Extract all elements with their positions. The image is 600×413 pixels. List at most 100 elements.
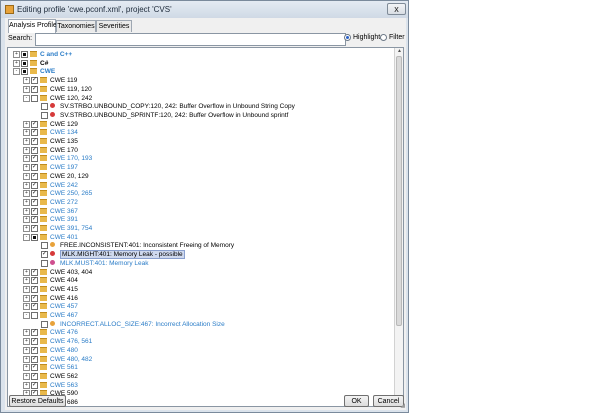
tree-row[interactable]: FREE.INCONSISTENT:401: Inconsistent Free… (8, 241, 393, 250)
tree-checkbox[interactable] (31, 146, 38, 154)
tree-row[interactable]: + CWE 242 (8, 181, 393, 190)
expand-icon[interactable]: + (23, 381, 30, 389)
tree-checkbox[interactable] (21, 59, 28, 67)
collapse-icon[interactable]: - (23, 233, 30, 241)
filter-radio[interactable] (380, 34, 387, 41)
tree-row[interactable]: + CWE 272 (8, 198, 393, 207)
expand-icon[interactable]: + (23, 329, 30, 337)
tree-row[interactable]: - CWE 401 (8, 233, 393, 242)
tree-checkbox[interactable] (31, 198, 38, 206)
expand-icon[interactable]: + (23, 294, 30, 302)
expand-icon[interactable]: + (23, 164, 30, 172)
tree-checkbox[interactable] (31, 207, 38, 215)
expand-icon[interactable]: + (23, 268, 30, 276)
highlight-radio[interactable] (344, 34, 351, 41)
cancel-button[interactable]: Cancel (373, 395, 404, 407)
expand-icon[interactable]: + (23, 155, 30, 163)
tree-row[interactable]: + CWE 391, 754 (8, 224, 393, 233)
tree-checkbox[interactable] (31, 120, 38, 128)
restore-defaults-button[interactable]: Restore Defaults (9, 395, 66, 407)
expand-icon[interactable]: + (23, 181, 30, 189)
tree-checkbox[interactable] (31, 172, 38, 180)
expand-icon[interactable]: + (23, 364, 30, 372)
expand-icon[interactable]: + (23, 172, 30, 180)
tree-row[interactable]: + CWE 129 (8, 120, 393, 129)
tree-row[interactable]: + CWE 476, 561 (8, 337, 393, 346)
tree-row[interactable]: + CWE 119, 120 (8, 85, 393, 94)
tree-row[interactable]: SV.STRBO.UNBOUND_COPY:120, 242: Buffer O… (8, 102, 393, 111)
tree-checkbox[interactable] (31, 346, 38, 354)
expand-icon[interactable]: + (23, 77, 30, 85)
tree-checkbox[interactable] (41, 250, 48, 259)
tab-analysis-profile[interactable]: Analysis Profile (8, 19, 57, 33)
expand-icon[interactable]: + (23, 346, 30, 354)
tree-row[interactable]: + CWE 480 (8, 346, 393, 355)
tree-row[interactable]: + CWE 404 (8, 276, 393, 285)
tree-checkbox[interactable] (31, 154, 38, 163)
expand-icon[interactable]: + (23, 355, 30, 363)
tree-checkbox[interactable] (31, 312, 38, 319)
tree-row[interactable]: + C# (8, 59, 393, 68)
tree-row[interactable]: - CWE (8, 67, 393, 76)
tree-row[interactable]: + CWE 20, 129 (8, 172, 393, 181)
tree-checkbox[interactable] (31, 94, 38, 102)
tree-checkbox[interactable] (31, 328, 38, 337)
tree-checkbox[interactable] (31, 363, 38, 372)
expand-icon[interactable]: + (23, 138, 30, 145)
tree-row[interactable]: + CWE 415 (8, 285, 393, 294)
tree-checkbox[interactable] (41, 103, 48, 111)
tree-checkbox[interactable] (31, 294, 38, 302)
tree-row[interactable]: + CWE 197 (8, 163, 393, 172)
tab-taxonomies[interactable]: Taxonomies (56, 20, 96, 32)
tree-checkbox[interactable] (31, 276, 38, 285)
profile-tree[interactable]: ▲ ▼ + C and C++ + C# - CWE + CWE 119 + CWE 119, 1… (7, 47, 404, 407)
tree-row[interactable]: - CWE 467 (8, 311, 393, 320)
tree-row[interactable]: + C and C++ (8, 50, 393, 59)
tree-row[interactable]: + CWE 480, 482 (8, 355, 393, 364)
tree-checkbox[interactable] (31, 355, 38, 363)
expand-icon[interactable]: + (23, 338, 30, 346)
tree-row[interactable]: + CWE 135 (8, 137, 393, 146)
expand-icon[interactable]: + (23, 303, 30, 311)
tree-checkbox[interactable] (31, 337, 38, 346)
tree-row[interactable]: + CWE 391 (8, 215, 393, 224)
tree-row[interactable]: + CWE 457 (8, 302, 393, 311)
expand-icon[interactable]: + (23, 129, 30, 137)
tree-row[interactable]: + CWE 416 (8, 294, 393, 303)
expand-icon[interactable]: + (23, 146, 30, 154)
expand-icon[interactable]: + (23, 190, 30, 198)
tree-checkbox[interactable] (31, 85, 38, 93)
tree-checkbox[interactable] (31, 285, 38, 293)
tree-checkbox[interactable] (31, 268, 38, 276)
collapse-icon[interactable]: - (23, 94, 30, 102)
tree-row[interactable]: MLK.MUST:401: Memory Leak (8, 259, 393, 268)
tree-row[interactable]: - CWE 120, 242 (8, 94, 393, 103)
tree-checkbox[interactable] (41, 242, 48, 250)
tree-row[interactable]: + CWE 134 (8, 128, 393, 137)
tree-checkbox[interactable] (31, 233, 38, 241)
tab-severities[interactable]: Severities (96, 20, 132, 32)
tree-row[interactable]: + CWE 170 (8, 146, 393, 155)
expand-icon[interactable]: + (23, 285, 30, 293)
tree-checkbox[interactable] (31, 302, 38, 311)
tree-checkbox[interactable] (31, 181, 38, 189)
expand-icon[interactable]: + (23, 198, 30, 206)
tree-row[interactable]: MLK.MIGHT:401: Memory Leak - possible (8, 250, 393, 260)
expand-icon[interactable]: + (23, 216, 30, 224)
vertical-scrollbar[interactable]: ▲ ▼ (394, 48, 403, 406)
collapse-icon[interactable]: - (13, 68, 20, 76)
expand-icon[interactable]: + (23, 372, 30, 380)
tree-checkbox[interactable] (31, 137, 38, 145)
tree-row[interactable]: + CWE 563 (8, 381, 393, 390)
tree-checkbox[interactable] (21, 51, 28, 58)
tree-checkbox[interactable] (31, 189, 38, 198)
tree-row[interactable]: SV.STRBO.UNBOUND_SPRINTF:120, 242: Buffe… (8, 111, 393, 120)
expand-icon[interactable]: + (23, 85, 30, 93)
search-input[interactable] (35, 33, 346, 46)
expand-icon[interactable]: + (23, 277, 30, 285)
tree-checkbox[interactable] (31, 224, 38, 232)
title-bar[interactable]: Editing profile 'cwe.pconf.xml', project… (1, 1, 408, 18)
scrollbar-thumb[interactable] (396, 56, 402, 326)
tree-row[interactable]: + CWE 119 (8, 76, 393, 85)
scroll-up-icon[interactable]: ▲ (396, 48, 403, 55)
